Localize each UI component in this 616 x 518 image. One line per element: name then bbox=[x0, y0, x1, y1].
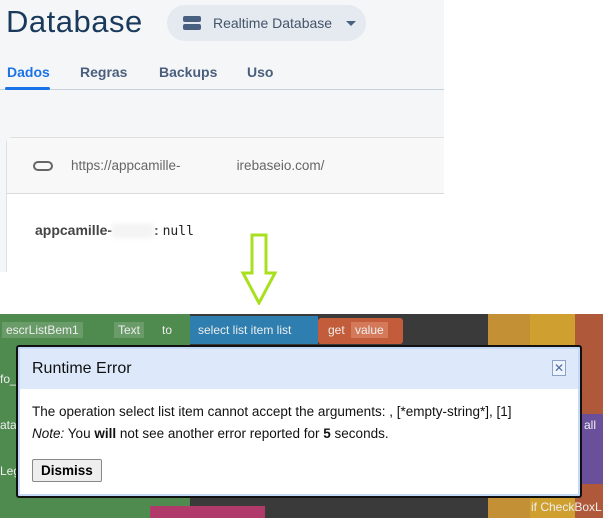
firebase-console: Database Realtime Database Dados Regras … bbox=[0, 0, 444, 272]
database-url-bar: https://appcamille- irebaseio.com/ bbox=[7, 138, 444, 194]
data-card: https://appcamille- irebaseio.com/ appca… bbox=[6, 137, 444, 272]
note-bold: will bbox=[94, 426, 117, 441]
redacted-text bbox=[112, 224, 155, 239]
root-node[interactable]: appcamille-: null bbox=[35, 222, 194, 239]
tab-backups[interactable]: Backups bbox=[159, 64, 217, 80]
get-label: get bbox=[328, 323, 345, 337]
block-text-1: fo_ bbox=[0, 372, 17, 386]
caret-down-icon bbox=[346, 20, 357, 26]
url-prefix[interactable]: https://appcamille- bbox=[71, 158, 181, 173]
block-text-2: ata bbox=[0, 418, 17, 432]
page-title: Database bbox=[6, 4, 143, 39]
runtime-error-dialog: Runtime Error ✕ The operation select lis… bbox=[16, 345, 582, 498]
note-text: seconds. bbox=[334, 426, 389, 441]
tab-bar: Dados Regras Backups Uso bbox=[0, 56, 444, 90]
variable-dropdown[interactable]: value bbox=[351, 322, 388, 338]
database-icon bbox=[183, 16, 201, 30]
select-list-item-label: select list item list bbox=[198, 323, 292, 337]
tab-dados[interactable]: Dados bbox=[7, 64, 50, 80]
note-seconds: 5 bbox=[323, 426, 331, 441]
tab-regras[interactable]: Regras bbox=[80, 64, 127, 80]
dialog-title: Runtime Error bbox=[32, 360, 132, 377]
error-message: The operation select list item cannot ac… bbox=[32, 404, 512, 419]
root-value: null bbox=[162, 224, 194, 239]
block-text-4: all bbox=[584, 418, 597, 432]
to-label: to bbox=[162, 323, 173, 337]
url-suffix[interactable]: irebaseio.com/ bbox=[237, 158, 325, 173]
block-pink bbox=[150, 506, 265, 518]
link-icon[interactable] bbox=[33, 160, 53, 171]
close-icon[interactable]: ✕ bbox=[552, 360, 566, 376]
root-key: appcamille- bbox=[35, 222, 113, 238]
note-label: Note: bbox=[32, 426, 65, 441]
dismiss-button[interactable]: Dismiss bbox=[32, 459, 102, 482]
block-if-checkbox: if CheckBoxL bbox=[531, 500, 602, 514]
dialog-header: Runtime Error ✕ bbox=[20, 349, 578, 389]
tab-uso[interactable]: Uso bbox=[247, 64, 273, 80]
dialog-message: The operation select list item cannot ac… bbox=[20, 389, 578, 445]
property-dropdown[interactable]: Text bbox=[114, 322, 145, 338]
note-line: Note: You will not see another error rep… bbox=[32, 423, 566, 445]
component-dropdown[interactable]: escrListBem1 bbox=[2, 322, 83, 338]
down-arrow-icon bbox=[240, 233, 278, 305]
note-text: not see another error reported for bbox=[119, 426, 320, 441]
database-selector-label: Realtime Database bbox=[213, 15, 333, 31]
active-tab-indicator bbox=[5, 87, 50, 90]
note-text: You bbox=[67, 426, 91, 441]
database-selector[interactable]: Realtime Database bbox=[167, 5, 366, 41]
